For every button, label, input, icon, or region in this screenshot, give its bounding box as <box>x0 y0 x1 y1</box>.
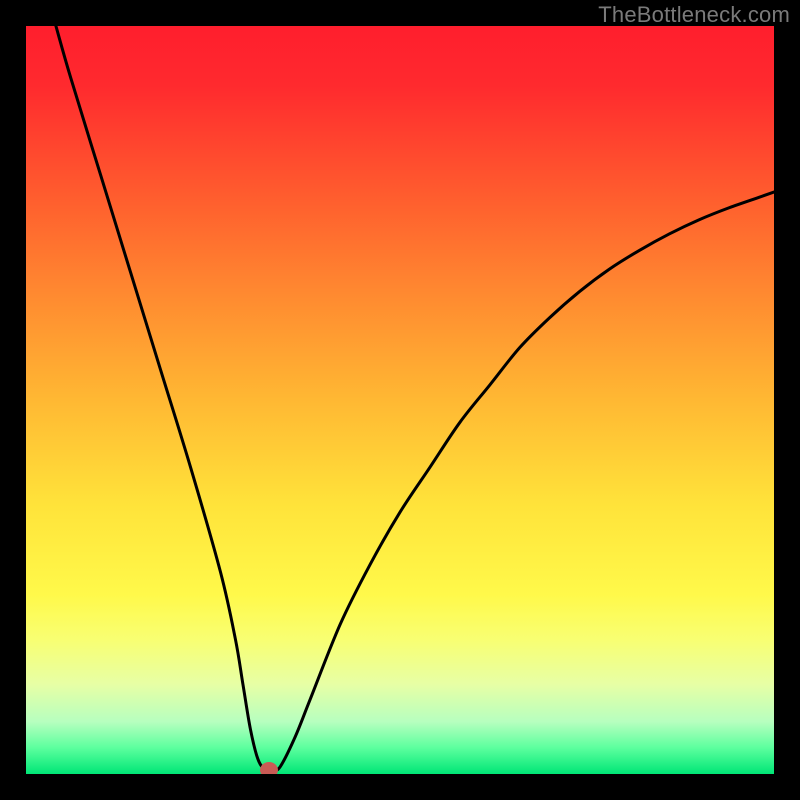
chart-frame: TheBottleneck.com <box>0 0 800 800</box>
bottleneck-curve <box>26 26 774 774</box>
minimum-marker <box>260 762 278 774</box>
plot-area <box>26 26 774 774</box>
attribution-text: TheBottleneck.com <box>598 2 790 28</box>
curve-path <box>56 26 774 771</box>
